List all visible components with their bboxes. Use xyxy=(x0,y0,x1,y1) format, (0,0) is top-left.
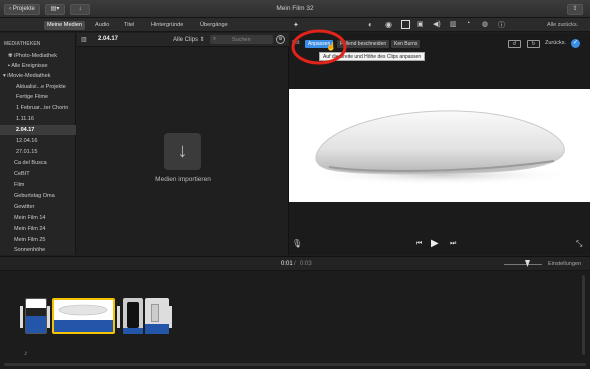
fullscreen-icon[interactable]: ⤡ xyxy=(576,239,582,249)
timeline-clip[interactable] xyxy=(25,298,47,334)
title-bar: ‹ Projekte ▤▾ ↓ Mein Film 32 ⇪ xyxy=(0,0,590,18)
search-icon: ⌕ xyxy=(213,36,217,42)
time-separator: / xyxy=(294,261,296,267)
info-icon[interactable]: ⓘ xyxy=(498,20,505,30)
sidebar-item-all-events[interactable]: ▪ Alle Ereignisse xyxy=(0,61,76,71)
sidebar-item-event[interactable]: Sonnenhöhe xyxy=(0,245,76,255)
search-field[interactable]: ⌕ Suchen xyxy=(210,35,273,44)
tab-backgrounds[interactable]: Hintergründe xyxy=(148,21,186,30)
music-note-icon: ♪ xyxy=(24,350,28,357)
apply-checkmark-icon[interactable]: ✓ xyxy=(571,39,580,48)
reset-button[interactable]: Zurücks. xyxy=(545,40,566,46)
video-frame xyxy=(289,89,590,202)
timeline-clip-selected[interactable] xyxy=(52,298,115,334)
sidebar-toggle-icon[interactable]: ▥ xyxy=(81,36,87,43)
rotate-left-icon[interactable]: ↺ xyxy=(508,40,521,48)
next-icon[interactable]: ⏭ xyxy=(450,240,456,248)
total-time: 0:03 xyxy=(300,261,312,267)
color-balance-icon[interactable]: ◐ xyxy=(368,20,373,29)
transition-marker xyxy=(169,306,172,328)
sidebar-item-event[interactable]: Mein Film 24 xyxy=(0,224,76,234)
rotate-right-icon[interactable]: ↻ xyxy=(527,40,540,48)
tab-transitions[interactable]: Übergänge xyxy=(197,21,231,30)
current-time: 0:01 xyxy=(281,261,293,267)
transition-marker xyxy=(117,306,120,328)
magic-mouse-image xyxy=(306,110,576,185)
share-icon: ⇪ xyxy=(572,6,578,12)
browser-settings-icon[interactable]: ⚙ xyxy=(276,35,285,44)
sidebar-item-event[interactable]: 12.04.16 xyxy=(0,136,76,146)
microphone-icon[interactable]: 🎙 xyxy=(292,239,302,248)
tab-my-media[interactable]: Meine Medien xyxy=(44,21,86,30)
tab-titles[interactable]: Titel xyxy=(121,21,137,30)
sidebar-item-event[interactable]: 1.11.16 xyxy=(0,114,76,124)
camera-icon[interactable]: ▣ xyxy=(417,20,424,28)
horizontal-scrollbar[interactable] xyxy=(4,363,586,366)
search-placeholder: Suchen xyxy=(232,36,251,43)
reset-all-button[interactable]: Alle zurücks. xyxy=(547,22,578,28)
sidebar-item-event[interactable]: Ca del Busca xyxy=(0,158,76,168)
sidebar-item-event[interactable]: 27.01.15 xyxy=(0,147,76,157)
volume-icon[interactable]: ◀) xyxy=(433,20,441,28)
transition-marker xyxy=(20,306,23,328)
timeline-clip[interactable] xyxy=(145,298,169,334)
cursor-pointer-icon: ☝ xyxy=(326,42,336,51)
sidebar-item-imovie-library[interactable]: ▾ iMovie-Mediathek xyxy=(0,71,76,81)
ken-burns-button[interactable]: Ken Burns xyxy=(391,40,421,48)
play-icon[interactable]: ▶ xyxy=(431,238,439,249)
color-wheel-icon[interactable]: ◉ xyxy=(385,20,392,29)
magic-mouse-thumbnail xyxy=(54,300,113,332)
window-title: Mein Film 32 xyxy=(276,5,314,12)
crop-icon[interactable] xyxy=(401,20,410,29)
sidebar-item-event[interactable]: 1 Februar...ter Chorin xyxy=(0,103,76,113)
clip-filter-select[interactable]: Alle Clips ⇕ xyxy=(173,36,205,43)
sidebar-item-event[interactable]: Gewitter xyxy=(0,202,76,212)
browser-header: ▥ 2.04.17 Alle Clips ⇕ ⌕ Suchen ⚙ xyxy=(77,33,289,47)
import-arrow-icon[interactable]: ↓ xyxy=(164,133,201,170)
share-button[interactable]: ⇪ xyxy=(567,4,583,15)
sidebar-item-event[interactable]: Geburtstag Oma xyxy=(0,191,76,201)
timeline-clip[interactable] xyxy=(123,298,143,334)
transition-marker xyxy=(47,306,50,328)
sidebar-item-event[interactable]: Fertige Filme xyxy=(0,92,76,102)
speedometer-icon[interactable]: ◔ xyxy=(466,20,470,27)
sidebar-item-event[interactable]: Mein Film 25 xyxy=(0,235,76,245)
sidebar-item-event[interactable]: Film xyxy=(0,180,76,190)
zoom-slider[interactable] xyxy=(504,264,542,265)
previous-icon[interactable]: ⏮ xyxy=(416,240,422,248)
sidebar-item-event-selected[interactable]: 2.04.17 xyxy=(0,125,76,135)
noise-icon[interactable]: ◍ xyxy=(482,20,488,28)
equalizer-icon[interactable]: ▥ xyxy=(450,20,457,28)
annotation-circle xyxy=(291,29,347,65)
sidebar-section-header: MEDIATHEKEN xyxy=(4,41,41,47)
sidebar-item-event[interactable]: Aktualisi...e Projekte xyxy=(0,82,76,92)
settings-button[interactable]: Einstellungen xyxy=(548,261,581,267)
sidebar-item-event[interactable]: Mein Film 14 xyxy=(0,213,76,223)
sidebar-item-iphoto[interactable]: ✾ iPhoto-Mediathek xyxy=(0,51,76,61)
libraries-sidebar: MEDIATHEKEN ✾ iPhoto-Mediathek ▪ Alle Er… xyxy=(0,33,76,255)
sidebar-item-event[interactable]: CeBIT xyxy=(0,169,76,179)
event-title: 2.04.17 xyxy=(98,36,119,42)
import-media-label[interactable]: Medien importieren xyxy=(138,176,228,183)
tab-audio[interactable]: Audio xyxy=(92,21,112,30)
vertical-scrollbar[interactable] xyxy=(582,275,585,355)
